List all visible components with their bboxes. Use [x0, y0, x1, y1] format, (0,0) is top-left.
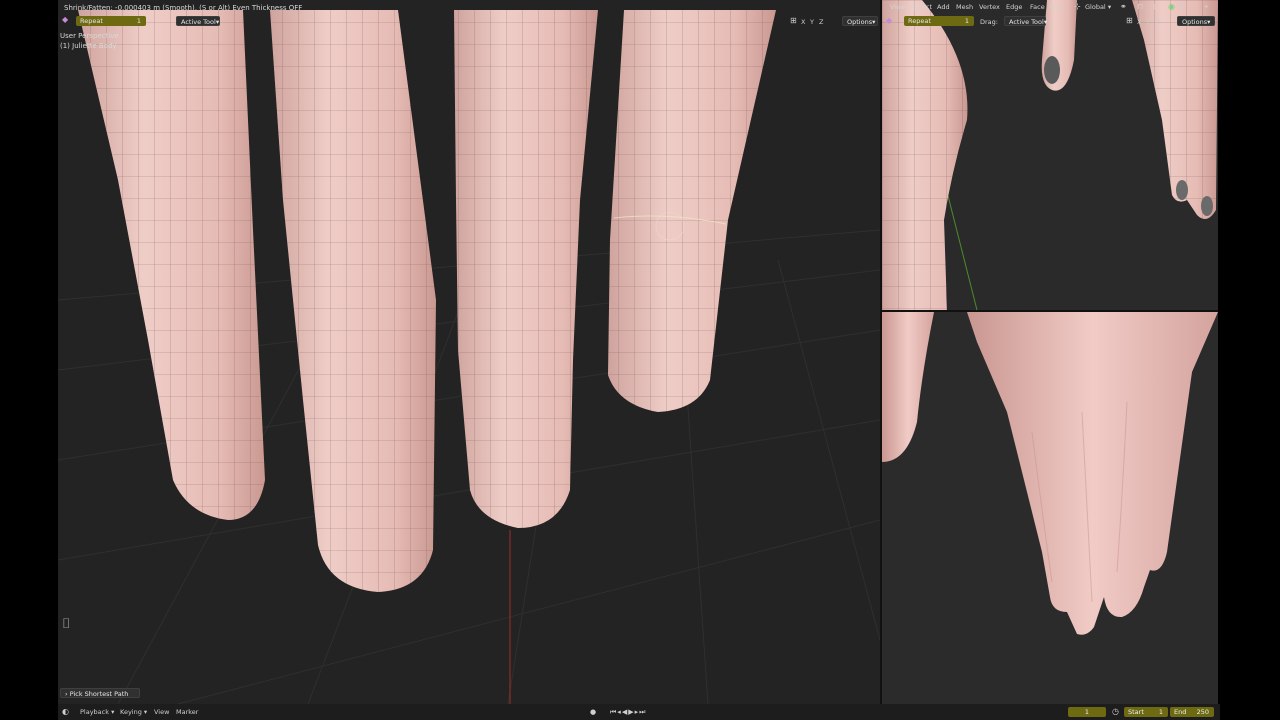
- editor-type-icon[interactable]: ◐: [62, 708, 69, 716]
- editor-type-icon[interactable]: ◆: [62, 16, 68, 24]
- mouse-icon: ⌷: [62, 616, 71, 632]
- letterbox-right: [1220, 0, 1280, 720]
- options-dropdown[interactable]: Options▾: [1177, 16, 1215, 26]
- clock-icon[interactable]: ◷: [1112, 708, 1119, 716]
- pivot-icon[interactable]: ⚭: [1120, 3, 1127, 11]
- menu-view[interactable]: View: [890, 3, 905, 11]
- record-icon[interactable]: ●: [590, 708, 596, 716]
- render-preview-viewport[interactable]: [882, 312, 1218, 704]
- side-viewport-scene: [882, 0, 1218, 310]
- view-name: User Perspective: [60, 32, 119, 40]
- repeat-field[interactable]: Repeat 1: [904, 16, 974, 26]
- keying-menu[interactable]: Keying ▾: [120, 708, 147, 716]
- timeline-header: ◐ Playback ▾ Keying ▾ View Marker ● ⏮◂◀▶…: [58, 704, 1220, 720]
- mirror-axes-icon: ⊞: [790, 16, 797, 25]
- hand-mesh: [1041, 0, 1218, 219]
- finger-mesh-2: [270, 10, 436, 592]
- main-viewport-scene: [58, 10, 880, 704]
- menu-vertex[interactable]: Vertex: [979, 3, 1000, 11]
- mirror-axes-icon: ⊞: [1126, 16, 1133, 25]
- snap-target-icon[interactable]: ⌇: [1152, 3, 1156, 11]
- fingernail: [1201, 196, 1213, 216]
- menu-add[interactable]: Add: [937, 3, 950, 11]
- start-frame-field[interactable]: Start 1: [1124, 707, 1168, 717]
- side-3d-viewport[interactable]: View Select Add Mesh Vertex Edge Face UV…: [882, 0, 1218, 310]
- active-tool-dropdown[interactable]: Active Tool▾: [176, 16, 220, 26]
- axis-y-button[interactable]: Y: [1146, 18, 1150, 26]
- axis-x-button[interactable]: X: [801, 18, 805, 26]
- view-menu[interactable]: View: [154, 708, 169, 716]
- transform-orientation-icon: ⊹: [1074, 2, 1081, 11]
- hand-render: [882, 312, 1218, 635]
- repeat-field[interactable]: Repeat 1: [76, 16, 146, 26]
- options-dropdown[interactable]: Options▾: [842, 16, 878, 26]
- proportional-edit-icon[interactable]: ◉: [1168, 3, 1175, 11]
- y-axis-line: [943, 179, 978, 310]
- body-mesh: [882, 0, 968, 310]
- current-frame-field[interactable]: 1: [1068, 707, 1106, 717]
- end-frame-field[interactable]: End 250: [1170, 707, 1214, 717]
- main-3d-viewport[interactable]: Shrink/Fatten: -0.000403 m (Smooth), (S …: [58, 0, 880, 704]
- menu-select[interactable]: Select: [912, 3, 932, 11]
- editor-type-icon[interactable]: ◆: [886, 17, 892, 25]
- last-operator-panel[interactable]: › Pick Shortest Path: [60, 688, 140, 698]
- fingernail: [1044, 56, 1060, 84]
- menu-mesh[interactable]: Mesh: [956, 3, 973, 11]
- menu-face[interactable]: Face: [1030, 3, 1045, 11]
- drag-label: Drag:: [980, 18, 998, 26]
- active-tool-dropdown[interactable]: Active Tool▾: [1004, 16, 1047, 26]
- letterbox-left: [0, 0, 58, 720]
- status-text: Shrink/Fatten: -0.000403 m (Smooth), (S …: [64, 4, 303, 12]
- finger-mesh-4: [608, 10, 776, 412]
- finger-mesh-1: [78, 10, 265, 520]
- orientation-dropdown[interactable]: Global ▾: [1085, 3, 1111, 11]
- playback-controls-icon[interactable]: ⏮◂◀▶▸⏭: [610, 708, 646, 716]
- snap-icon[interactable]: ⊓: [1137, 3, 1143, 11]
- axis-z-button[interactable]: Z: [1155, 18, 1159, 26]
- object-name: (1) Juliette Body: [60, 42, 117, 50]
- menu-uv[interactable]: UV: [1050, 3, 1059, 11]
- axis-x-button[interactable]: X: [1137, 18, 1141, 26]
- render-preview-scene: [882, 312, 1218, 635]
- axis-y-button[interactable]: Y: [810, 18, 814, 26]
- fingernail: [1176, 180, 1188, 200]
- overlay-icon[interactable]: ⌖: [1204, 3, 1209, 11]
- finger-mesh-3: [454, 10, 598, 528]
- axis-z-button[interactable]: Z: [819, 18, 823, 26]
- playback-menu[interactable]: Playback ▾: [80, 708, 114, 716]
- menu-edge[interactable]: Edge: [1006, 3, 1022, 11]
- falloff-icon[interactable]: ∧: [1180, 3, 1186, 11]
- marker-menu[interactable]: Marker: [176, 708, 198, 716]
